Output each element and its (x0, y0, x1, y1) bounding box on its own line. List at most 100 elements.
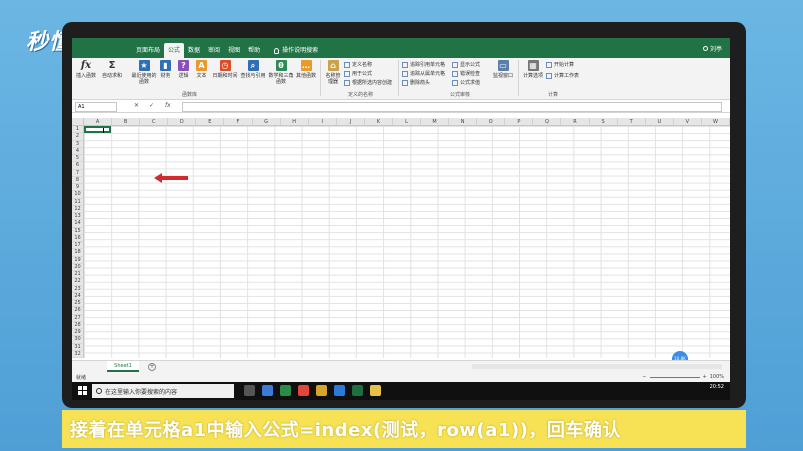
row-header[interactable]: 5 (72, 155, 84, 163)
text-button[interactable]: A 文本 (196, 60, 207, 79)
horizontal-scrollbar[interactable] (472, 364, 722, 369)
row-header[interactable]: 10 (72, 191, 84, 199)
column-header[interactable]: W (701, 118, 730, 126)
remove-arrows-button[interactable]: 删除箭头 (402, 79, 430, 86)
column-header[interactable]: I (308, 118, 337, 126)
row-header[interactable]: 12 (72, 205, 84, 213)
taskbar-search[interactable]: 在这里输入你要搜索的内容 (92, 384, 234, 398)
row-header[interactable]: 29 (72, 329, 84, 337)
tab-page-layout[interactable]: 页面布局 (132, 43, 164, 58)
task-view-icon[interactable] (244, 385, 255, 396)
zoom-out-icon[interactable]: − (642, 374, 646, 380)
column-header[interactable]: U (645, 118, 674, 126)
row-header[interactable]: 14 (72, 220, 84, 228)
select-all-corner[interactable] (72, 118, 84, 126)
use-in-formula-button[interactable]: 用于公式 (344, 70, 372, 77)
column-header[interactable]: R (561, 118, 590, 126)
column-header[interactable]: J (336, 118, 365, 126)
row-header[interactable]: 25 (72, 300, 84, 308)
column-header[interactable]: T (617, 118, 646, 126)
worksheet-grid[interactable]: A B C D E F G H I J K L M N O P Q R S T U V W 1 2 3 4 5 6 7 8 9 10 11 12 13… (72, 118, 730, 358)
zoom-in-icon[interactable]: + (703, 374, 707, 380)
row-header[interactable]: 26 (72, 307, 84, 315)
column-header[interactable]: B (112, 118, 141, 126)
trace-dependents-button[interactable]: 追踪从属单元格 (402, 70, 445, 77)
row-header[interactable]: 16 (72, 234, 84, 242)
add-sheet-icon[interactable]: + (148, 363, 156, 371)
row-header[interactable]: 17 (72, 242, 84, 250)
explorer-icon[interactable] (316, 385, 327, 396)
watch-window-button[interactable]: ▭ 监视窗口 (492, 60, 514, 79)
row-header[interactable]: 3 (72, 140, 84, 148)
evaluate-formula-button[interactable]: 公式求值 (452, 79, 480, 86)
trace-precedents-button[interactable]: 追踪引用单元格 (402, 61, 445, 68)
define-name-button[interactable]: 定义名称 (344, 61, 372, 68)
row-header[interactable]: 4 (72, 147, 84, 155)
row-header[interactable]: 24 (72, 292, 84, 300)
tab-data[interactable]: 数据 (184, 43, 204, 58)
row-header[interactable]: 19 (72, 256, 84, 264)
user-account[interactable]: 刘亭 (702, 44, 722, 53)
row-header[interactable]: 15 (72, 227, 84, 235)
row-header[interactable]: 1 (72, 126, 84, 134)
column-header[interactable]: N (449, 118, 478, 126)
row-header[interactable]: 11 (72, 198, 84, 206)
column-header[interactable]: K (364, 118, 393, 126)
row-header[interactable]: 20 (72, 263, 84, 271)
cancel-icon[interactable]: ✕ (134, 102, 139, 109)
tab-review[interactable]: 审阅 (204, 43, 224, 58)
lookup-button[interactable]: ⌕ 查找与引用 (240, 60, 266, 79)
zoom-control[interactable]: − + 100% (642, 374, 724, 380)
insert-function-button[interactable]: fx 插入函数 (76, 60, 96, 79)
column-header[interactable]: A (84, 118, 113, 126)
excel-taskbar-icon[interactable] (352, 385, 363, 396)
row-header[interactable]: 6 (72, 162, 84, 170)
column-header[interactable]: S (589, 118, 618, 126)
row-header[interactable]: 22 (72, 278, 84, 286)
column-header[interactable]: O (477, 118, 506, 126)
row-header[interactable]: 8 (72, 176, 84, 184)
sheet-tab-sheet1[interactable]: Sheet1 (107, 361, 139, 372)
column-header[interactable]: D (168, 118, 197, 126)
row-header[interactable]: 21 (72, 271, 84, 279)
row-header[interactable]: 2 (72, 133, 84, 141)
math-trig-button[interactable]: θ 数学和三角函数 (268, 60, 294, 85)
row-header[interactable]: 32 (72, 350, 84, 358)
tab-view[interactable]: 视图 (224, 43, 244, 58)
app-icon[interactable] (280, 385, 291, 396)
row-header[interactable]: 13 (72, 213, 84, 221)
logical-button[interactable]: ? 逻辑 (178, 60, 189, 79)
row-header[interactable]: 30 (72, 336, 84, 344)
formula-input[interactable] (182, 102, 722, 112)
column-header[interactable]: H (280, 118, 309, 126)
recent-functions-button[interactable]: ★ 最近使用的函数 (130, 60, 158, 85)
column-header[interactable]: V (673, 118, 702, 126)
chrome-icon[interactable] (298, 385, 309, 396)
column-header[interactable]: F (224, 118, 253, 126)
datetime-button[interactable]: ◷ 日期和时间 (212, 60, 238, 79)
selected-cell-a1[interactable] (84, 126, 111, 133)
error-checking-button[interactable]: 错误检查 (452, 70, 480, 77)
name-manager-button[interactable]: ⌂ 名称管理器 (324, 60, 342, 85)
column-header[interactable]: M (421, 118, 450, 126)
column-header[interactable]: E (196, 118, 225, 126)
autosum-button[interactable]: Σ 自动求和 (102, 60, 122, 79)
calculate-now-button[interactable]: 开始计算 (546, 61, 574, 68)
row-header[interactable]: 9 (72, 184, 84, 192)
store-icon[interactable] (262, 385, 273, 396)
folder-icon[interactable] (370, 385, 381, 396)
tell-me-search[interactable]: 操作说明搜索 (270, 43, 322, 58)
create-from-selection-button[interactable]: 根据所选内容创建 (344, 79, 392, 86)
row-header[interactable]: 28 (72, 321, 84, 329)
financial-button[interactable]: ▮ 财务 (160, 60, 171, 79)
column-header[interactable]: L (392, 118, 422, 126)
column-header[interactable]: G (252, 118, 281, 126)
column-header[interactable]: Q (533, 118, 562, 126)
show-formulas-button[interactable]: 显示公式 (452, 61, 480, 68)
insert-fx-icon[interactable]: fx (165, 102, 171, 109)
tab-formulas[interactable]: 公式 (164, 43, 185, 58)
zoom-slider[interactable] (649, 376, 700, 378)
more-functions-button[interactable]: … 其他函数 (296, 60, 316, 79)
calculate-sheet-button[interactable]: 计算工作表 (546, 72, 579, 79)
row-header[interactable]: 18 (72, 249, 84, 257)
